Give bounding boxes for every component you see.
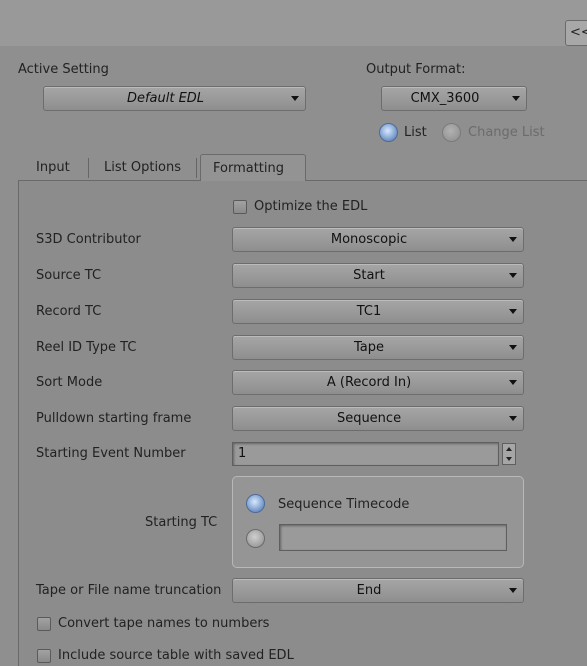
chevron-down-icon	[509, 309, 517, 314]
include-source-table-label: Include source table with saved EDL	[58, 648, 294, 663]
reel-id-type-tc-label: Reel ID Type TC	[36, 340, 137, 355]
chevron-down-icon	[509, 345, 517, 350]
chevron-down-icon	[509, 273, 517, 278]
source-tc-label: Source TC	[36, 268, 102, 283]
tab-list-options[interactable]: List Options	[92, 154, 193, 181]
chevron-down-icon	[509, 416, 517, 421]
starting-event-number-stepper[interactable]	[502, 443, 516, 465]
change-list-radio-label: Change List	[468, 125, 545, 140]
starting-event-number-value: 1	[238, 446, 247, 461]
list-radio[interactable]	[379, 123, 398, 142]
optimize-edl-label: Optimize the EDL	[254, 199, 368, 214]
starting-tc-label: Starting TC	[145, 515, 218, 530]
active-setting-value: Default EDL	[126, 91, 205, 106]
chevron-down-icon	[291, 96, 299, 101]
tab-separator	[88, 158, 89, 178]
list-radio-label: List	[404, 125, 427, 140]
truncation-value: End	[356, 583, 382, 598]
chevron-down-icon	[509, 237, 517, 242]
active-setting-dropdown[interactable]: Default EDL	[43, 86, 306, 111]
starting-event-number-input[interactable]: 1	[232, 442, 499, 466]
tab-separator	[196, 158, 197, 178]
chevron-down-icon	[512, 96, 520, 101]
source-tc-value: Start	[353, 268, 385, 283]
collapse-button[interactable]: <<	[565, 20, 587, 46]
sort-mode-label: Sort Mode	[36, 375, 103, 390]
reel-id-type-tc-dropdown[interactable]: Tape	[232, 335, 524, 360]
custom-timecode-input[interactable]	[279, 524, 507, 551]
tab-formatting[interactable]: Formatting	[200, 154, 306, 181]
reel-id-type-tc-value: Tape	[353, 340, 384, 355]
convert-tape-names-checkbox[interactable]	[37, 617, 51, 631]
chevron-up-icon	[506, 447, 512, 451]
sort-mode-dropdown[interactable]: A (Record In)	[232, 370, 524, 395]
record-tc-label: Record TC	[36, 304, 102, 319]
s3d-contributor-label: S3D Contributor	[36, 232, 141, 247]
convert-tape-names-label: Convert tape names to numbers	[58, 616, 270, 631]
pulldown-starting-frame-value: Sequence	[336, 411, 402, 426]
chevron-down-icon	[506, 457, 512, 461]
source-tc-dropdown[interactable]: Start	[232, 263, 524, 288]
change-list-radio[interactable]	[442, 123, 461, 142]
output-format-dropdown[interactable]: CMX_3600	[381, 86, 527, 111]
output-format-label: Output Format:	[366, 62, 466, 77]
s3d-contributor-dropdown[interactable]: Monoscopic	[232, 227, 524, 252]
record-tc-dropdown[interactable]: TC1	[232, 299, 524, 324]
top-bar	[0, 0, 587, 46]
sequence-timecode-radio[interactable]	[246, 494, 265, 513]
output-format-value: CMX_3600	[410, 91, 480, 106]
chevron-down-icon	[509, 588, 517, 593]
custom-timecode-radio[interactable]	[246, 529, 265, 548]
starting-tc-group	[232, 476, 524, 568]
include-source-table-checkbox[interactable]	[37, 649, 51, 663]
sequence-timecode-label: Sequence Timecode	[278, 497, 410, 512]
tab-input[interactable]: Input	[24, 154, 82, 181]
sort-mode-value: A (Record In)	[326, 375, 412, 390]
active-setting-label: Active Setting	[18, 62, 109, 77]
pulldown-starting-frame-dropdown[interactable]: Sequence	[232, 406, 524, 431]
truncation-label: Tape or File name truncation	[36, 583, 222, 598]
truncation-dropdown[interactable]: End	[232, 578, 524, 603]
s3d-contributor-value: Monoscopic	[330, 232, 408, 247]
pulldown-starting-frame-label: Pulldown starting frame	[36, 411, 192, 426]
optimize-edl-checkbox[interactable]	[233, 200, 247, 214]
record-tc-value: TC1	[356, 304, 382, 319]
chevron-down-icon	[509, 380, 517, 385]
starting-event-number-label: Starting Event Number	[36, 446, 186, 461]
